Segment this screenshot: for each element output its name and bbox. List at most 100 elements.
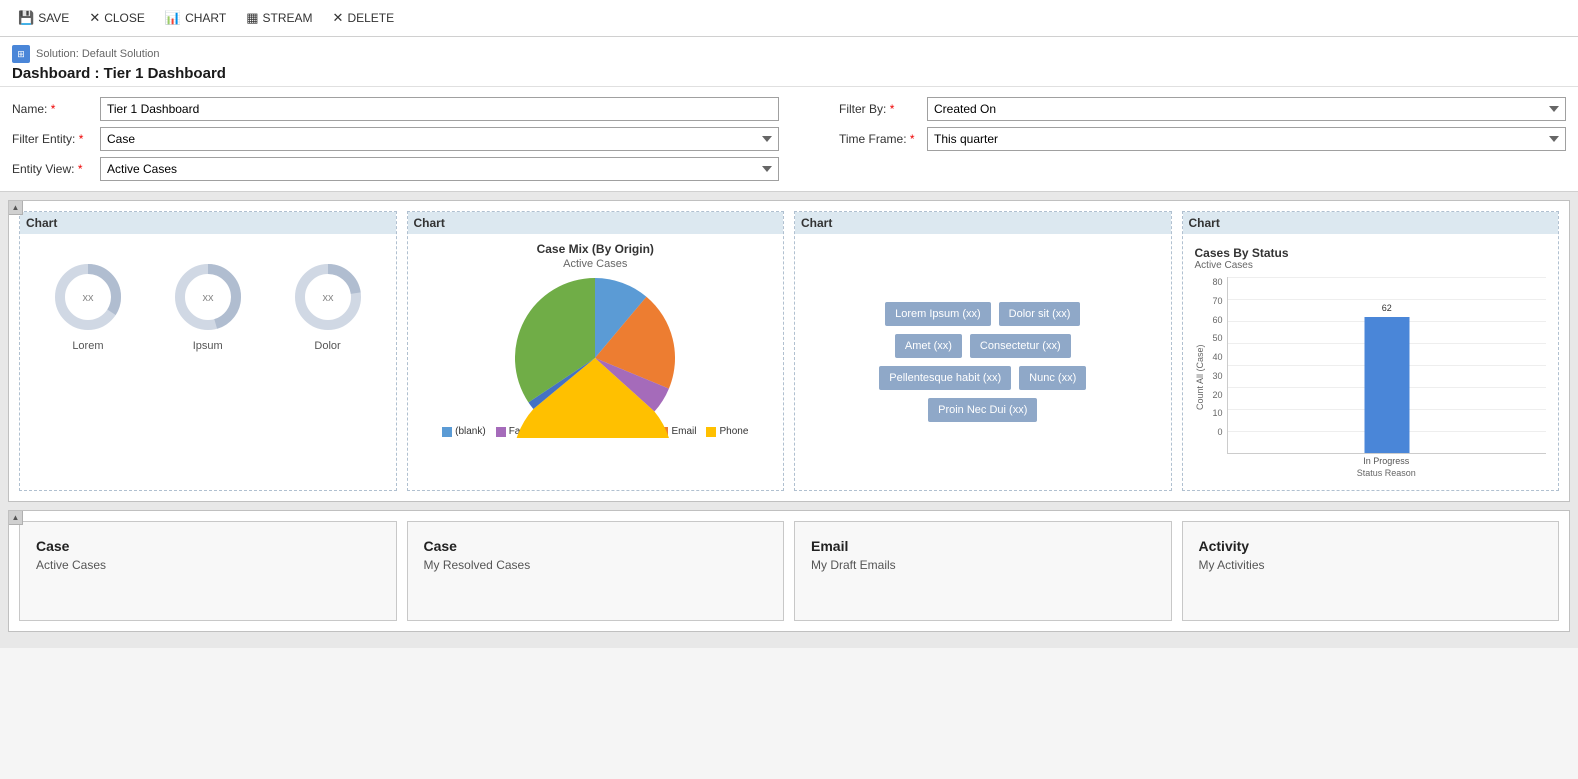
breadcrumb-area: ⊞ Solution: Default Solution Dashboard :… <box>0 37 1578 87</box>
list-view-2: My Resolved Cases <box>424 558 768 572</box>
entity-view-field-row: Entity View: * Active Cases <box>12 157 779 181</box>
y-axis-label: Count All (Case) <box>1195 277 1205 478</box>
breadcrumb: ⊞ Solution: Default Solution <box>12 45 1566 63</box>
tag-row-1: Lorem Ipsum (xx) Dolor sit (xx) <box>885 302 1080 326</box>
tag-nunc: Nunc (xx) <box>1019 366 1086 390</box>
filter-entity-select[interactable]: Case <box>100 127 779 151</box>
tag-dolor-sit: Dolor sit (xx) <box>999 302 1081 326</box>
filter-by-select[interactable]: Created On <box>927 97 1566 121</box>
save-button[interactable]: 💾 SAVE <box>10 6 77 30</box>
legend-dot-blank <box>442 427 452 437</box>
stream-button[interactable]: ▦ STREAM <box>238 6 320 30</box>
name-field-row: Name: * <box>12 97 779 121</box>
x-axis-label: Status Reason <box>1227 468 1547 478</box>
tag-cloud: Lorem Ipsum (xx) Dolor sit (xx) Amet (xx… <box>803 242 1163 482</box>
bar-in-progress: 62 <box>1364 317 1409 453</box>
donut-label-2: Ipsum <box>193 340 223 352</box>
x-tick-label: In Progress <box>1227 454 1547 466</box>
legend-phone: Phone <box>706 426 748 437</box>
solution-label: Solution: Default Solution <box>36 48 160 60</box>
entity-view-select[interactable]: Active Cases <box>100 157 779 181</box>
chart-box-4: Chart Cases By Status Active Cases Count… <box>1182 211 1560 491</box>
charts-panel: ▲ Chart xx Lorem <box>8 200 1570 502</box>
pie-svg <box>515 278 675 438</box>
list-panel: ▲ Case Active Cases Case My Resolved Cas… <box>8 510 1570 632</box>
donut-svg-1: xx <box>53 262 123 332</box>
solution-icon: ⊞ <box>12 45 30 63</box>
chart-button[interactable]: 📊 CHART <box>157 6 234 30</box>
list-row: Case Active Cases Case My Resolved Cases… <box>9 511 1569 631</box>
chart-box-2: Chart Case Mix (By Origin) Active Cases <box>407 211 785 491</box>
tag-row-3: Pellentesque habit (xx) Nunc (xx) <box>879 366 1086 390</box>
chart-box-1: Chart xx Lorem <box>19 211 397 491</box>
list-view-3: My Draft Emails <box>811 558 1155 572</box>
close-button[interactable]: ✕ CLOSE <box>81 6 153 30</box>
donut-item-3: xx Dolor <box>293 262 363 352</box>
tag-amet: Amet (xx) <box>895 334 962 358</box>
bars-area: 62 In Progress Status Reason <box>1227 277 1547 478</box>
name-label: Name: * <box>12 102 92 116</box>
delete-button[interactable]: ✕ DELETE <box>325 6 403 30</box>
donut-svg-3: xx <box>293 262 363 332</box>
list-item-4[interactable]: Activity My Activities <box>1182 521 1560 621</box>
name-input[interactable] <box>100 97 779 121</box>
close-icon: ✕ <box>89 10 100 26</box>
pie-title: Case Mix (By Origin) <box>537 242 654 256</box>
filter-entity-label: Filter Entity: * <box>12 132 92 146</box>
tag-pellentesque: Pellentesque habit (xx) <box>879 366 1011 390</box>
list-item-3[interactable]: Email My Draft Emails <box>794 521 1172 621</box>
tag-row-2: Amet (xx) Consectetur (xx) <box>895 334 1071 358</box>
tag-proin: Proin Nec Dui (xx) <box>928 398 1037 422</box>
list-item-2[interactable]: Case My Resolved Cases <box>407 521 785 621</box>
bar-chart-title: Cases By Status <box>1195 246 1547 260</box>
time-frame-select[interactable]: This quarter <box>927 127 1566 151</box>
list-view-1: Active Cases <box>36 558 380 572</box>
y-axis-ticks: 0 10 20 30 40 50 60 70 80 <box>1207 277 1227 437</box>
donut-label-1: Lorem <box>72 340 103 352</box>
list-item-1[interactable]: Case Active Cases <box>19 521 397 621</box>
filter-entity-field-row: Filter Entity: * Case <box>12 127 779 151</box>
bars-container: 62 <box>1227 277 1547 454</box>
charts-row: Chart xx Lorem <box>9 201 1569 501</box>
time-frame-field-row: Time Frame: * This quarter <box>839 127 1566 151</box>
donut-item-2: xx Ipsum <box>173 262 243 352</box>
filter-by-field-row: Filter By: * Created On <box>839 97 1566 121</box>
chart-icon: 📊 <box>165 10 181 26</box>
tag-row-4: Proin Nec Dui (xx) <box>928 398 1037 422</box>
list-entity-3: Email <box>811 538 1155 554</box>
toolbar: 💾 SAVE ✕ CLOSE 📊 CHART ▦ STREAM ✕ DELETE <box>0 0 1578 37</box>
filter-by-label: Filter By: * <box>839 102 919 116</box>
time-frame-label: Time Frame: * <box>839 132 919 146</box>
legend-blank: (blank) <box>442 426 486 437</box>
chart-2-title: Chart <box>408 212 784 234</box>
section-handle-list[interactable]: ▲ <box>9 511 23 525</box>
svg-text:xx: xx <box>322 292 334 304</box>
donut-label-3: Dolor <box>314 340 340 352</box>
chart-4-title: Chart <box>1183 212 1559 234</box>
svg-text:xx: xx <box>82 292 94 304</box>
entity-view-label: Entity View: * <box>12 162 92 176</box>
bar-value-label: 62 <box>1382 303 1392 313</box>
stream-icon: ▦ <box>246 10 258 26</box>
main-content: ▲ Chart xx Lorem <box>0 192 1578 648</box>
chart-3-title: Chart <box>795 212 1171 234</box>
tag-consectetur: Consectetur (xx) <box>970 334 1071 358</box>
tag-lorem-ipsum: Lorem Ipsum (xx) <box>885 302 991 326</box>
chart-box-3: Chart Lorem Ipsum (xx) Dolor sit (xx) Am… <box>794 211 1172 491</box>
save-icon: 💾 <box>18 10 34 26</box>
form-area: Name: * Filter Entity: * Case Entity Vie… <box>0 87 1578 192</box>
donut-svg-2: xx <box>173 262 243 332</box>
pie-section: Case Mix (By Origin) Active Cases <box>416 242 776 482</box>
donut-item-1: xx Lorem <box>53 262 123 352</box>
bar-chart-section: Cases By Status Active Cases Count All (… <box>1191 242 1551 482</box>
pie-subtitle: Active Cases <box>563 258 627 270</box>
page-title: Dashboard : Tier 1 Dashboard <box>12 65 1566 82</box>
bar-chart-subtitle: Active Cases <box>1195 260 1547 271</box>
list-view-4: My Activities <box>1199 558 1543 572</box>
legend-dot-phone <box>706 427 716 437</box>
chart-1-title: Chart <box>20 212 396 234</box>
list-entity-4: Activity <box>1199 538 1543 554</box>
section-handle-charts[interactable]: ▲ <box>9 201 23 215</box>
legend-dot-facebook <box>496 427 506 437</box>
delete-icon: ✕ <box>333 10 344 26</box>
